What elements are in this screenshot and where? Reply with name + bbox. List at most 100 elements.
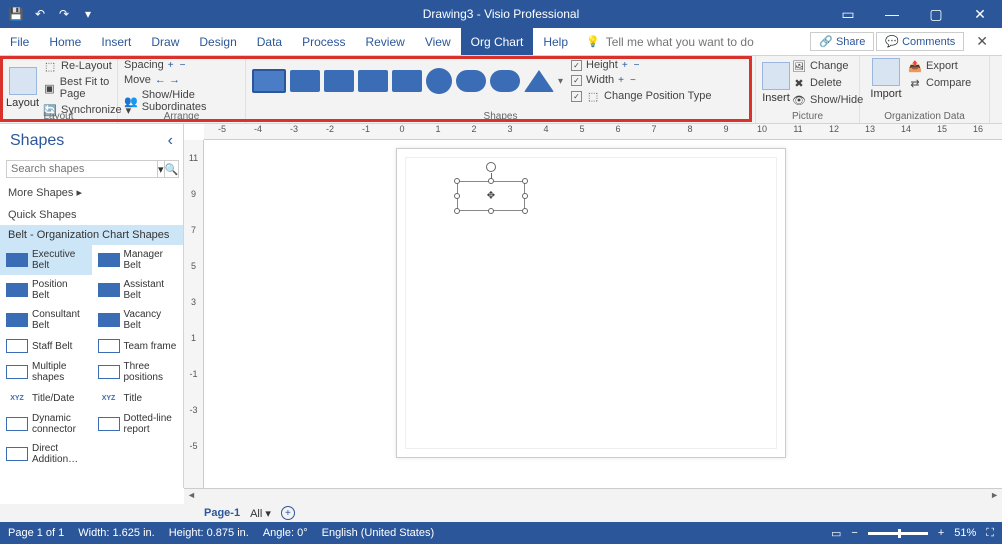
shapes-panel: Shapes ‹ ▾ 🔍 More Shapes ▸ Quick Shapes …	[0, 124, 184, 488]
qat-dropdown-icon[interactable]: ▾	[78, 4, 98, 24]
tab-file[interactable]: File	[0, 28, 39, 55]
status-height: Height: 0.875 in.	[169, 527, 249, 539]
lightbulb-icon: 💡	[586, 35, 600, 48]
delete-picture-button[interactable]: ✖Delete	[792, 75, 863, 91]
resize-handle-w[interactable]	[454, 193, 460, 199]
import-button[interactable]: Import	[866, 58, 906, 100]
quick-access-toolbar: 💾 ↶ ↷ ▾	[0, 4, 98, 24]
canvas[interactable]: -5-4-3-2-1012345678910111213141516 11975…	[184, 124, 1002, 488]
shape-position-belt[interactable]: Position Belt	[0, 275, 92, 305]
maximize-icon[interactable]: ▢	[914, 0, 958, 28]
shape-dotted-report[interactable]: Dotted-line report	[92, 409, 184, 439]
change-picture-button[interactable]: 🖼Change	[792, 58, 863, 74]
resize-handle-s[interactable]	[488, 208, 494, 214]
tab-home[interactable]: Home	[39, 28, 91, 55]
shape-team-frame[interactable]: Team frame	[92, 335, 184, 357]
fit-page-icon[interactable]: ⛶	[986, 527, 994, 540]
zoom-in-icon[interactable]: +	[938, 527, 944, 539]
shapes-title: Shapes	[10, 132, 64, 150]
shape-title[interactable]: XYZTitle	[92, 387, 184, 409]
status-language: English (United States)	[322, 527, 435, 539]
shape-manager-belt[interactable]: Manager Belt	[92, 245, 184, 275]
tell-me[interactable]: 💡	[586, 28, 764, 55]
resize-handle-se[interactable]	[522, 208, 528, 214]
tab-design[interactable]: Design	[189, 28, 246, 55]
add-page-button[interactable]: +	[281, 506, 295, 520]
showhide-picture-button[interactable]: 👁Show/Hide	[792, 92, 863, 108]
shape-style-7[interactable]	[456, 70, 486, 92]
tab-orgchart[interactable]: Org Chart	[461, 28, 534, 55]
shape-gallery[interactable]: ▾	[252, 66, 563, 96]
tellme-input[interactable]	[604, 33, 764, 51]
zoom-out-icon[interactable]: −	[851, 527, 857, 539]
resize-handle-nw[interactable]	[454, 178, 460, 184]
page-tab[interactable]: Page-1	[204, 507, 240, 519]
quick-shapes-link[interactable]: Quick Shapes	[0, 205, 183, 225]
shape-style-3[interactable]	[324, 70, 354, 92]
shape-multiple-shapes[interactable]: Multiple shapes	[0, 357, 92, 387]
resize-handle-ne[interactable]	[522, 178, 528, 184]
move-button[interactable]: Move ← →	[124, 73, 239, 87]
collapse-pane-icon[interactable]: ‹	[168, 132, 173, 150]
close-pane-icon[interactable]: ✕	[966, 33, 998, 50]
shape-style-1[interactable]	[252, 69, 286, 93]
tab-process[interactable]: Process	[292, 28, 355, 55]
width-control[interactable]: ✓Width +−	[571, 73, 711, 87]
shape-style-4[interactable]	[358, 70, 388, 92]
spacing-button[interactable]: Spacing +−	[124, 58, 239, 72]
shape-title-date[interactable]: XYZTitle/Date	[0, 387, 92, 409]
all-pages-menu[interactable]: All ▾	[250, 507, 271, 520]
undo-icon[interactable]: ↶	[30, 4, 50, 24]
comments-button[interactable]: 💬 Comments	[876, 32, 964, 51]
gallery-more-icon[interactable]: ▾	[558, 76, 563, 87]
tab-review[interactable]: Review	[355, 28, 414, 55]
tab-data[interactable]: Data	[247, 28, 292, 55]
shape-style-6[interactable]	[426, 68, 452, 94]
shape-staff-belt[interactable]: Staff Belt	[0, 335, 92, 357]
horizontal-scrollbar[interactable]	[184, 488, 1002, 504]
shape-assistant-belt[interactable]: Assistant Belt	[92, 275, 184, 305]
shape-style-9[interactable]	[524, 70, 554, 92]
orgdata-group-label: Organization Data	[860, 111, 989, 122]
redo-icon[interactable]: ↷	[54, 4, 74, 24]
change-pos-button[interactable]: ✓⬚Change Position Type	[571, 88, 711, 104]
selected-shape[interactable]: ✥	[457, 181, 525, 211]
tab-view[interactable]: View	[415, 28, 461, 55]
compare-button[interactable]: ⇄Compare	[908, 75, 971, 91]
tab-help[interactable]: Help	[533, 28, 578, 55]
resize-handle-n[interactable]	[488, 178, 494, 184]
shape-style-2[interactable]	[290, 70, 320, 92]
minimize-icon[interactable]: —	[870, 0, 914, 28]
search-icon[interactable]: 🔍	[165, 160, 180, 178]
ribbon-options-icon[interactable]: ▭	[826, 0, 870, 28]
insert-picture-button[interactable]: Insert	[762, 58, 790, 108]
zoom-level[interactable]: 51%	[954, 527, 976, 539]
bestfit-icon: ▣	[43, 81, 56, 95]
search-shapes-input[interactable]	[6, 160, 158, 178]
layout-button[interactable]: Layout	[6, 58, 39, 118]
close-icon[interactable]: ✕	[958, 0, 1002, 28]
shape-three-positions[interactable]: Three positions	[92, 357, 184, 387]
tab-draw[interactable]: Draw	[141, 28, 189, 55]
shape-executive-belt[interactable]: Executive Belt	[0, 245, 92, 275]
shape-direct-addition[interactable]: Direct Addition…	[0, 439, 92, 469]
shape-group-title[interactable]: Belt - Organization Chart Shapes	[0, 225, 183, 245]
height-control[interactable]: ✓Height +−	[571, 58, 711, 72]
resize-handle-e[interactable]	[522, 193, 528, 199]
share-button[interactable]: 🔗 Share	[810, 32, 874, 51]
resize-handle-sw[interactable]	[454, 208, 460, 214]
presentation-mode-icon[interactable]: ▭	[831, 527, 841, 540]
tab-insert[interactable]: Insert	[91, 28, 141, 55]
drawing-page[interactable]: ✥	[396, 148, 786, 458]
shape-dynamic-connector[interactable]: Dynamic connector	[0, 409, 92, 439]
shape-consultant-belt[interactable]: Consultant Belt	[0, 305, 92, 335]
zoom-slider[interactable]	[868, 532, 928, 535]
shape-vacancy-belt[interactable]: Vacancy Belt	[92, 305, 184, 335]
shape-style-5[interactable]	[392, 70, 422, 92]
save-icon[interactable]: 💾	[6, 4, 26, 24]
shape-style-8[interactable]	[490, 70, 520, 92]
status-page: Page 1 of 1	[8, 527, 64, 539]
rotation-handle[interactable]	[486, 162, 496, 172]
more-shapes-button[interactable]: More Shapes ▸	[0, 180, 183, 205]
export-button[interactable]: 📤Export	[908, 58, 971, 74]
